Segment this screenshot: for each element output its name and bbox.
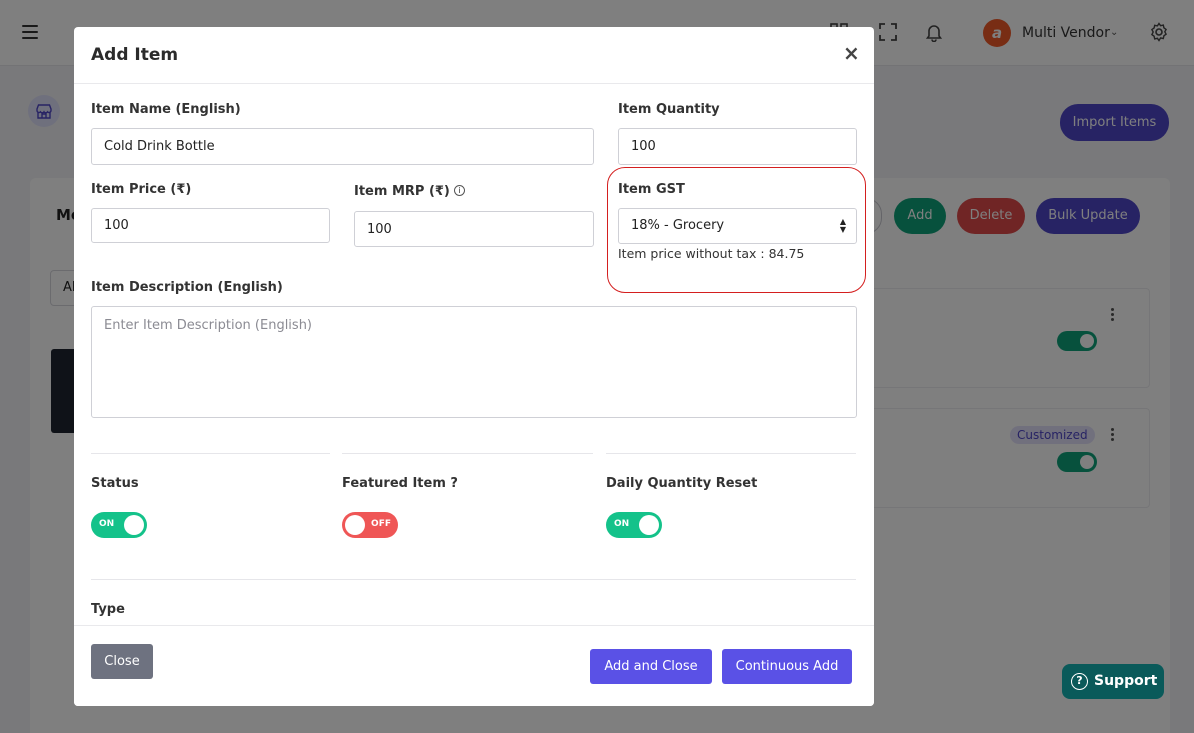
support-button[interactable]: ? Support xyxy=(1062,664,1164,699)
highlight-annotation xyxy=(607,167,866,293)
type-label: Type xyxy=(91,602,125,617)
divider xyxy=(91,453,330,454)
item-name-input[interactable] xyxy=(91,128,594,165)
help-icon: ? xyxy=(1071,673,1088,690)
modal-footer: Close Add and Close Continuous Add xyxy=(74,625,874,706)
item-quantity-input[interactable] xyxy=(618,128,857,165)
add-item-modal: Add Item × Item Name (English) Item Quan… xyxy=(74,27,874,706)
item-quantity-label: Item Quantity xyxy=(618,102,720,117)
modal-header: Add Item × xyxy=(74,27,874,84)
divider xyxy=(606,453,856,454)
daily-reset-toggle-text: ON xyxy=(614,519,630,529)
featured-toggle-text: OFF xyxy=(371,519,391,529)
continuous-add-button[interactable]: Continuous Add xyxy=(722,649,852,684)
divider xyxy=(342,453,593,454)
modal-title: Add Item xyxy=(91,45,179,65)
divider xyxy=(91,579,856,580)
featured-toggle[interactable]: OFF xyxy=(342,512,398,538)
close-icon[interactable]: × xyxy=(843,41,860,65)
status-toggle-text: ON xyxy=(99,519,115,529)
info-icon[interactable]: i xyxy=(453,185,465,196)
item-price-input[interactable] xyxy=(91,208,330,243)
add-and-close-button[interactable]: Add and Close xyxy=(590,649,712,684)
close-button[interactable]: Close xyxy=(91,644,153,679)
item-mrp-label: Item MRP (₹) xyxy=(354,184,450,199)
support-label: Support xyxy=(1094,673,1158,689)
item-price-label: Item Price (₹) xyxy=(91,182,192,197)
description-textarea[interactable] xyxy=(91,306,857,418)
status-label: Status xyxy=(91,476,139,491)
featured-label: Featured Item ? xyxy=(342,476,458,491)
item-mrp-input[interactable] xyxy=(354,211,594,247)
item-mrp-label-wrap: Item MRP (₹) i xyxy=(354,184,465,199)
description-label: Item Description (English) xyxy=(91,280,283,295)
daily-reset-toggle[interactable]: ON xyxy=(606,512,662,538)
item-name-label: Item Name (English) xyxy=(91,102,241,117)
status-toggle[interactable]: ON xyxy=(91,512,147,538)
daily-reset-label: Daily Quantity Reset xyxy=(606,476,758,491)
